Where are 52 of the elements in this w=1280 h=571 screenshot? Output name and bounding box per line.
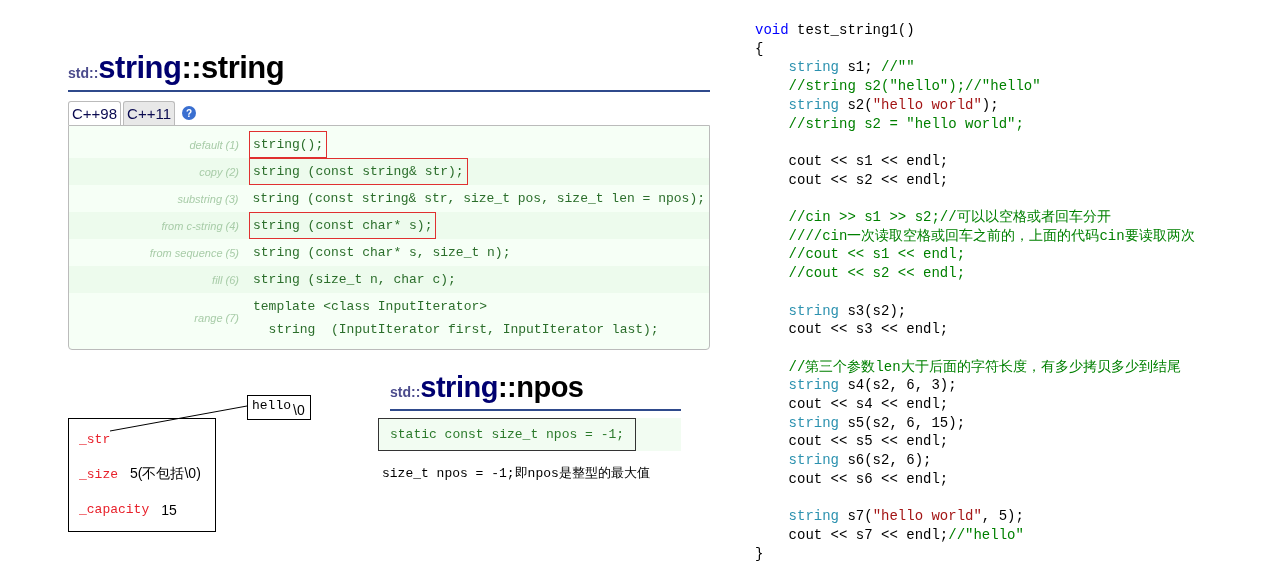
- code-line: string s1; //"": [787, 58, 915, 78]
- signature: string (const string& str);: [249, 158, 468, 185]
- signature: string (const string& str, size_t pos, size_t len = npos);: [251, 190, 706, 208]
- code-line: {: [755, 39, 764, 59]
- field-value: 15: [161, 501, 177, 518]
- page-title: std::string::string: [68, 50, 285, 86]
- code-line: string s5(s2, 6, 15);: [787, 413, 966, 433]
- code-line: cout << s6 << endl;: [787, 469, 949, 489]
- signature: string (size_t n, char c);: [252, 271, 457, 289]
- overload-label: substring (3): [176, 192, 240, 205]
- buffer-text: hello: [252, 398, 291, 413]
- code-line: //string s2("hello");//"hello": [787, 77, 1041, 96]
- version-tab[interactable]: C++11: [123, 101, 175, 125]
- code-line: //cout << s2 << endl;: [787, 264, 966, 283]
- field-name: _str: [79, 432, 111, 448]
- code-line: ////cin一次读取空格或回车之前的，上面的代码cin要读取两次: [787, 226, 1195, 246]
- field-name: _capacity: [79, 502, 150, 518]
- overload-label: fill (6): [211, 273, 240, 286]
- overload-label: range (7): [193, 312, 240, 324]
- code-line: //第三个参数len大于后面的字符长度，有多少拷贝多少到结尾: [787, 357, 1181, 377]
- code-line: }: [755, 544, 764, 564]
- code-line: string s7("hello world", 5);: [787, 507, 1024, 526]
- terminator-text: \0: [293, 402, 305, 418]
- code-line: string s3(s2);: [787, 301, 907, 321]
- code-line: //string s2 = "hello world";: [787, 114, 1024, 134]
- code-line: string s4(s2, 6, 3);: [787, 376, 957, 395]
- code-line: string s2("hello world");: [787, 95, 999, 115]
- code-line: cout << s2 << endl;: [787, 170, 949, 190]
- signature: string (const char* s);: [249, 212, 437, 239]
- overload-label: copy (2): [198, 165, 240, 178]
- code-line: cout << s7 << endl;//"hello": [787, 525, 1024, 545]
- code-line: //cin >> s1 >> s2;//可以以空格或者回车分开: [787, 208, 1111, 227]
- overload-label: default (1): [188, 138, 240, 151]
- signature: template <class InputIterator> string (InputIterator first, InputIterator last);: [252, 298, 660, 339]
- code-line: cout << s3 << endl;: [787, 320, 949, 339]
- overload-label: from c-string (4): [160, 219, 240, 232]
- code-line: cout << s1 << endl;: [787, 151, 949, 171]
- declaration-box: static const size_t npos = -1;: [378, 418, 637, 451]
- page-title: std::string::npos: [390, 371, 584, 404]
- signature: string (const char* s, size_t n);: [252, 244, 512, 262]
- code-line: string s6(s2, 6);: [787, 451, 932, 470]
- help-button[interactable]: ?: [182, 106, 196, 120]
- overload-label: from sequence (5): [148, 246, 240, 259]
- signature: string();: [249, 131, 328, 158]
- version-tab[interactable]: C++98: [68, 101, 122, 125]
- field-name: _size: [79, 467, 118, 482]
- code-line: cout << s5 << endl;: [787, 432, 949, 452]
- note-text: size_t npos = -1;即npos是整型的最大值: [382, 465, 651, 482]
- field-value: 5(不包括\0): [130, 465, 201, 484]
- code-line: //cout << s1 << endl;: [787, 245, 966, 265]
- code-line: void test_string1(): [755, 21, 915, 40]
- code-line: cout << s4 << endl;: [787, 395, 949, 414]
